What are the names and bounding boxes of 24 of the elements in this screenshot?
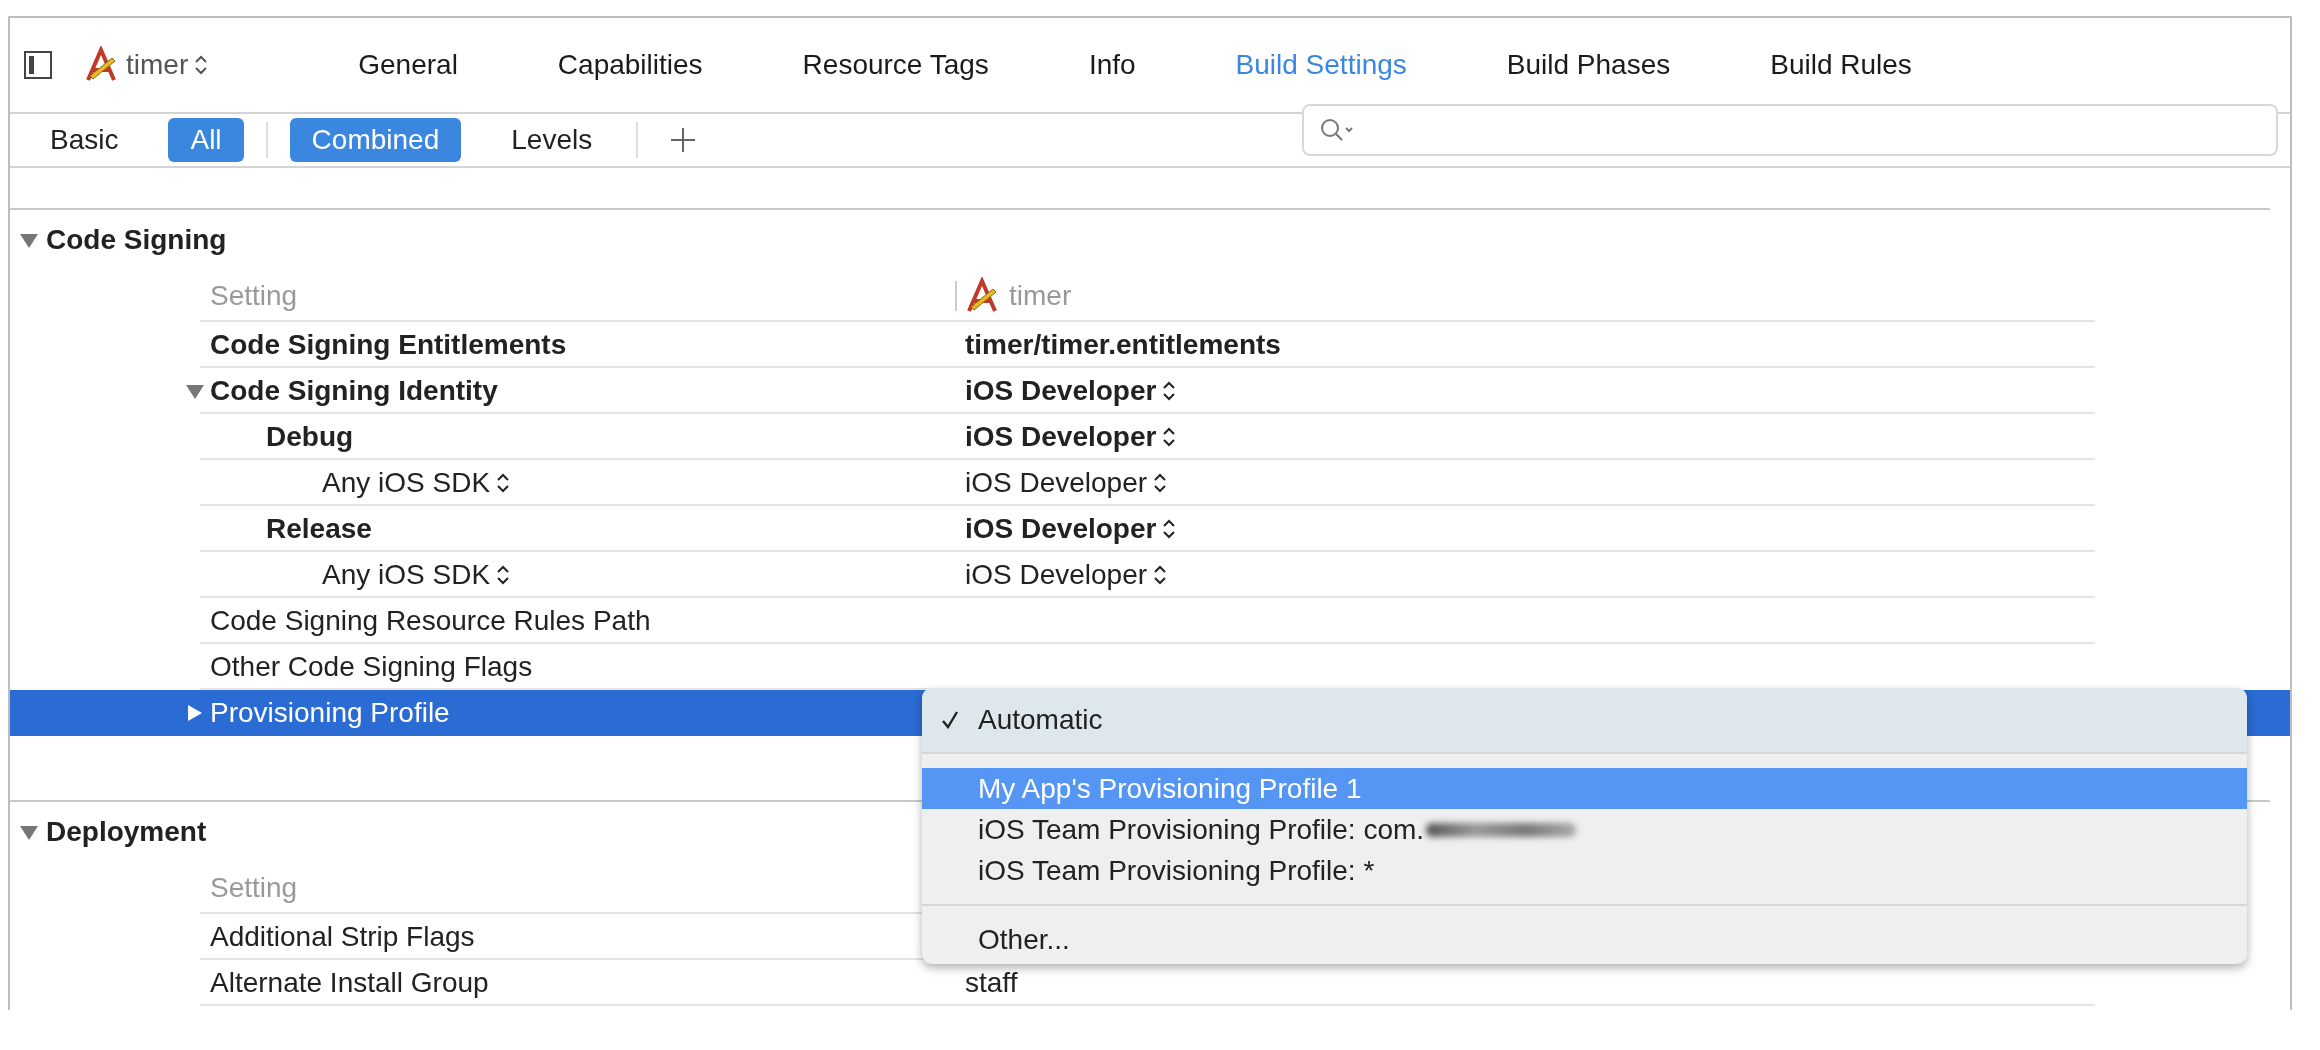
setting-name: Code Signing Entitlements bbox=[210, 329, 567, 361]
column-header: Setting bbox=[210, 872, 298, 903]
setting-name: Any iOS SDK bbox=[322, 467, 491, 499]
setting-value: iOS Developer bbox=[965, 467, 1148, 499]
setting-name: Code Signing Identity bbox=[210, 375, 498, 407]
setting-value: staff bbox=[965, 967, 1018, 999]
setting-name: Additional Strip Flags bbox=[210, 921, 475, 953]
setting-value: iOS Developer bbox=[965, 559, 1148, 591]
setting-name: Code Signing Resource Rules Path bbox=[210, 605, 651, 637]
section-title: Code Signing bbox=[46, 224, 227, 256]
setting-value: timer/timer.entitlements bbox=[965, 329, 1281, 361]
setting-name: Any iOS SDK bbox=[322, 559, 491, 591]
section-title: Deployment bbox=[46, 816, 207, 848]
setting-name: Alternate Install Group bbox=[210, 967, 489, 999]
setting-name: Release bbox=[266, 513, 372, 545]
setting-value: iOS Developer bbox=[965, 513, 1157, 545]
setting-name: Debug bbox=[266, 421, 354, 453]
setting-value: iOS Developer bbox=[965, 375, 1157, 407]
target-name: timer bbox=[126, 49, 189, 81]
column-header: timer bbox=[1009, 280, 1072, 312]
setting-name: Provisioning Profile bbox=[210, 697, 450, 729]
setting-value: iOS Developer bbox=[965, 421, 1157, 453]
column-header: Setting bbox=[210, 280, 298, 311]
setting-name: Other Code Signing Flags bbox=[210, 651, 533, 683]
